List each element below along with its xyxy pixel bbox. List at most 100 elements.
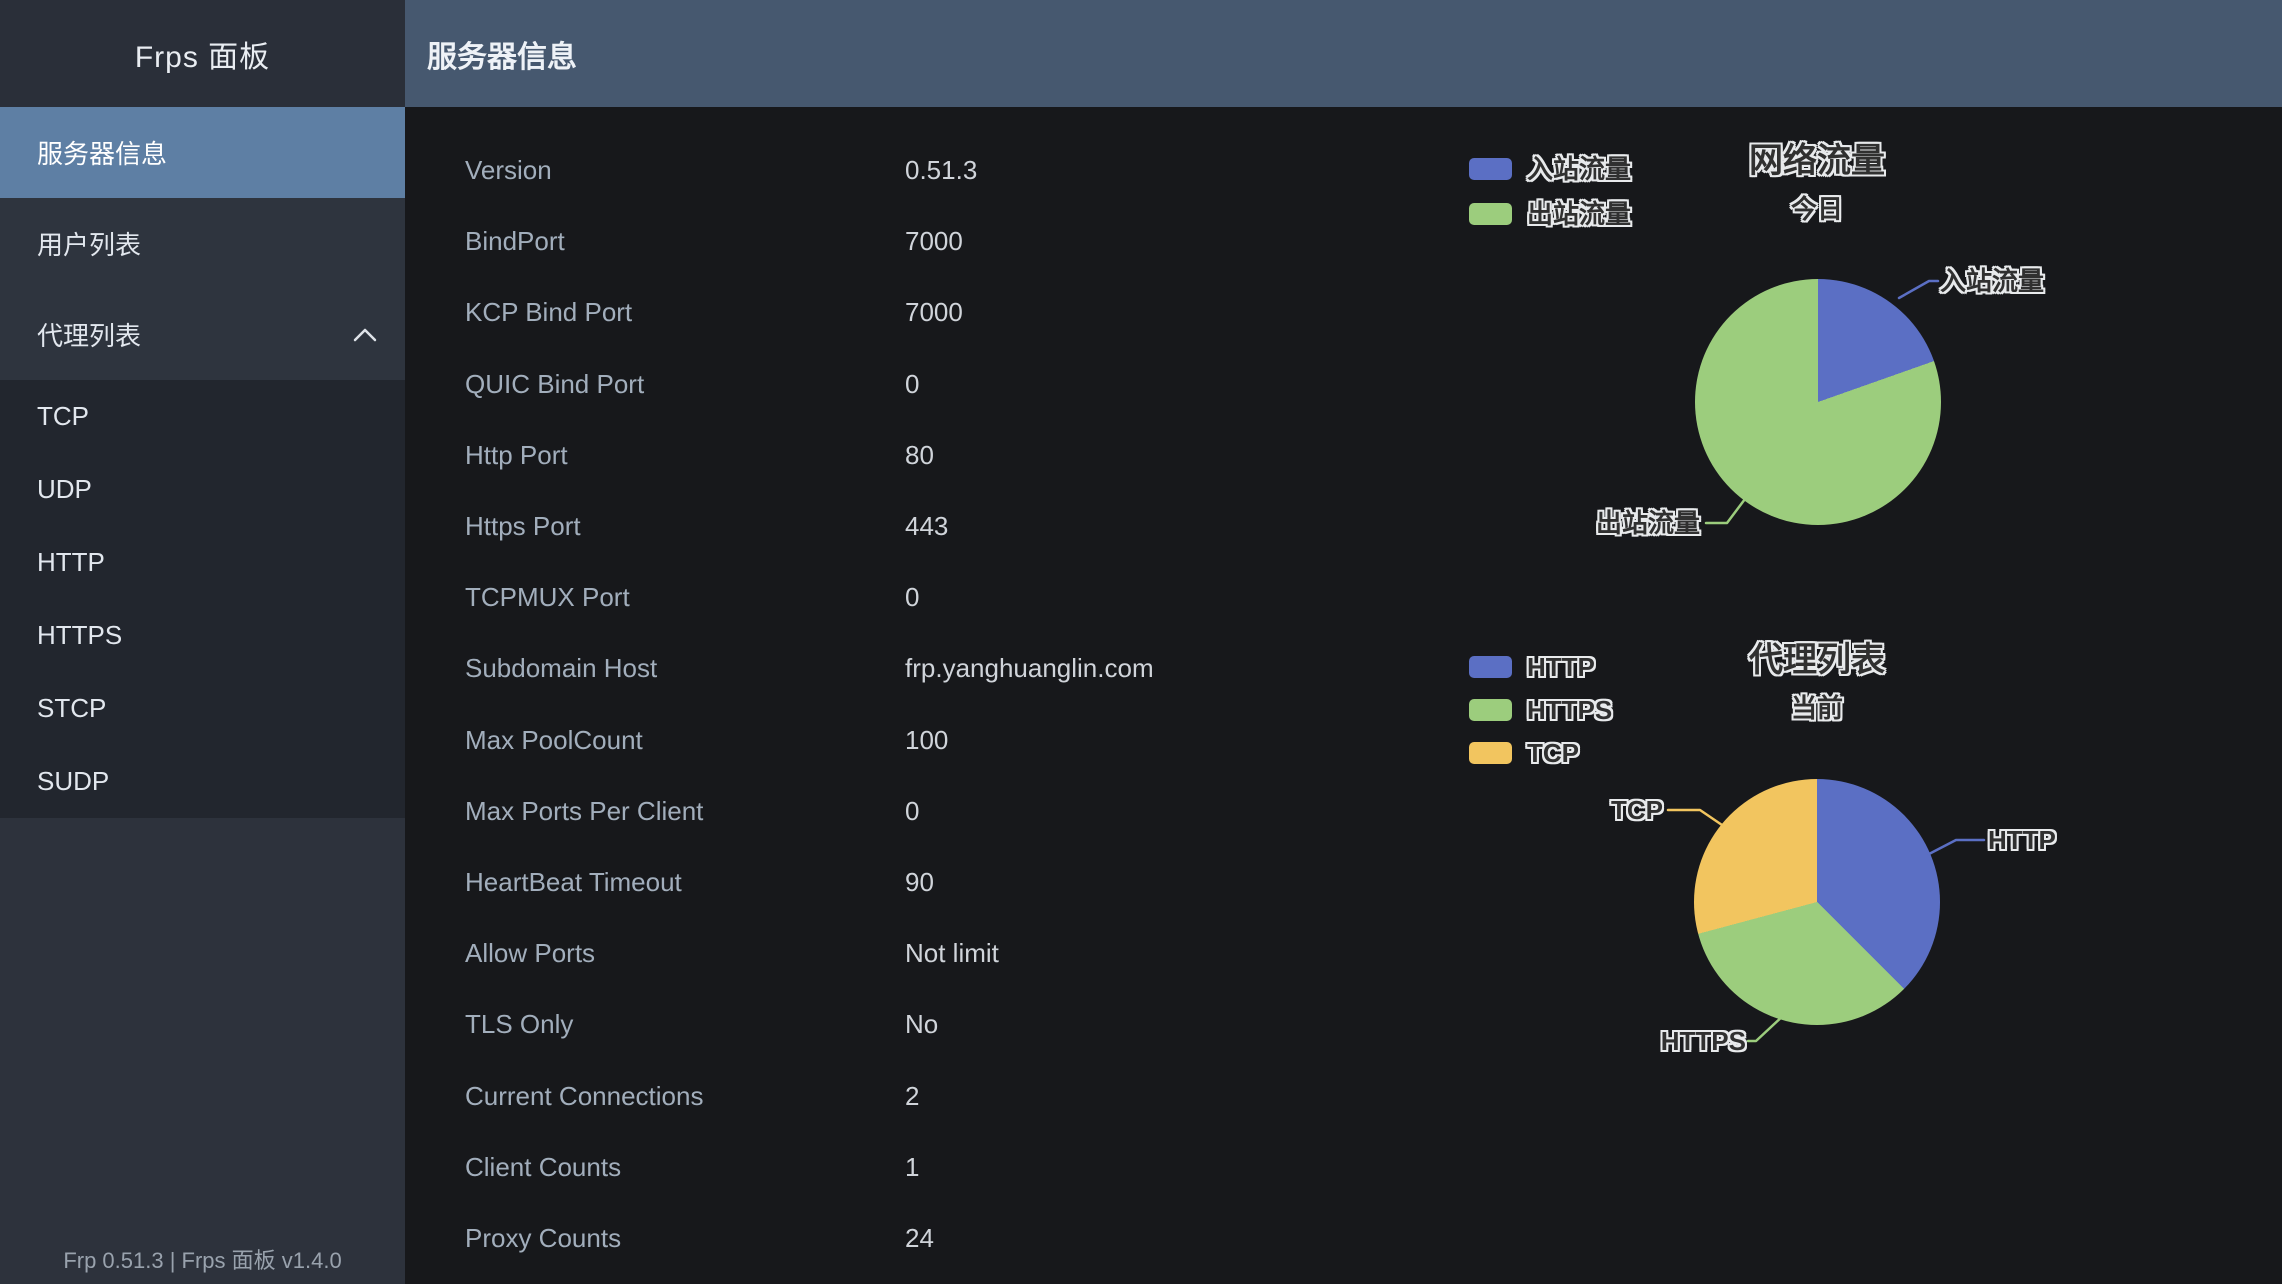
app-title: Frps 面板 [0,0,405,107]
info-label: Current Connections [465,1081,905,1112]
chart-subtitle: 当前 [1617,693,2017,723]
leader-line-http [1925,836,1989,860]
network-traffic-chart: 入站流量 出站流量 网络流量 今日 入站流量 出站流量 [1405,107,2282,577]
info-row: Https Port443 [405,491,1385,562]
leader-line-tcp [1664,806,1726,830]
info-value: No [905,1009,938,1040]
info-label: BindPort [465,226,905,257]
chevron-up-icon [353,328,377,342]
sidebar-item-label: 代理列表 [37,316,141,353]
info-label: Proxy Counts [465,1223,905,1254]
info-row: TCPMUX Port0 [405,562,1385,633]
sidebar-item-proxy-list[interactable]: 代理列表 [0,289,405,380]
pie-label-tcp: TCP [1611,796,1663,824]
network-traffic-pie[interactable] [1695,279,1941,525]
info-value: 0 [905,582,919,613]
legend-item-tcp[interactable]: TCP [1469,731,1612,774]
proxy-submenu: TCP UDP HTTP HTTPS STCP SUDP [0,380,405,818]
info-row: Version0.51.3 [405,135,1385,206]
info-row: Subdomain Hostfrp.yanghuanglin.com [405,633,1385,704]
sidebar-subitem-sudp[interactable]: SUDP [0,745,405,818]
info-label: Subdomain Host [465,653,905,684]
proxy-legend: HTTP HTTPS TCP [1469,645,1612,774]
info-row: Http Port80 [405,420,1385,491]
info-label: Https Port [465,511,905,542]
info-value: 24 [905,1223,934,1254]
info-label: QUIC Bind Port [465,369,905,400]
info-row: Max Ports Per Client0 [405,776,1385,847]
info-value: frp.yanghuanglin.com [905,653,1154,684]
info-label: Http Port [465,440,905,471]
legend-swatch-http [1469,656,1512,678]
sidebar-item-label: 用户列表 [37,225,141,262]
traffic-legend: 入站流量 出站流量 [1469,146,1631,236]
info-row: Client Counts1 [405,1132,1385,1203]
legend-swatch-outbound [1469,203,1512,225]
info-row: Max PoolCount100 [405,705,1385,776]
sidebar-subitem-udp[interactable]: UDP [0,453,405,526]
sidebar-subitem-http[interactable]: HTTP [0,526,405,599]
info-value: Not limit [905,938,999,969]
info-row: HeartBeat Timeout90 [405,847,1385,918]
legend-swatch-https [1469,699,1512,721]
page-header: 服务器信息 [405,0,2282,107]
pie-label-outbound: 出站流量 [1596,509,1700,537]
sidebar-menu: 服务器信息 用户列表 代理列表 TCP UDP HTTP HTTPS STCP … [0,107,405,818]
info-label: HeartBeat Timeout [465,867,905,898]
proxy-list-chart: HTTP HTTPS TCP 代理列表 当前 TCP HTTP HTTPS [1405,577,2282,1217]
info-label: Max PoolCount [465,725,905,756]
info-value: 7000 [905,226,963,257]
version-footer: Frp 0.51.3 | Frps 面板 v1.4.0 [0,1246,405,1276]
legend-item-http[interactable]: HTTP [1469,645,1612,688]
sidebar-item-server-info[interactable]: 服务器信息 [0,107,405,198]
info-label: Allow Ports [465,938,905,969]
info-row: BindPort7000 [405,206,1385,277]
info-value: 2 [905,1081,919,1112]
sidebar: Frps 面板 服务器信息 用户列表 代理列表 TCP UDP HTTP HTT… [0,0,405,1284]
info-label: Client Counts [465,1152,905,1183]
legend-swatch-inbound [1469,158,1512,180]
proxy-list-pie[interactable] [1694,779,1940,1025]
sidebar-item-user-list[interactable]: 用户列表 [0,198,405,289]
pie-label-inbound: 入站流量 [1940,267,2044,295]
leader-line-inbound [1895,275,1945,305]
info-label: TCPMUX Port [465,582,905,613]
info-row: Allow PortsNot limit [405,918,1385,989]
page-title: 服务器信息 [427,32,577,76]
leader-line-outbound [1702,491,1754,529]
info-value: 443 [905,511,948,542]
leader-line-https [1744,1010,1790,1048]
info-label: KCP Bind Port [465,297,905,328]
info-row: KCP Bind Port7000 [405,277,1385,348]
info-value: 1 [905,1152,919,1183]
sidebar-subitem-stcp[interactable]: STCP [0,672,405,745]
info-row: QUIC Bind Port0 [405,349,1385,420]
info-value: 0.51.3 [905,155,977,186]
sidebar-subitem-tcp[interactable]: TCP [0,380,405,453]
chart-title: 代理列表 [1617,640,2017,680]
info-value: 90 [905,867,934,898]
info-row: Current Connections2 [405,1060,1385,1131]
main-content: Version0.51.3 BindPort7000 KCP Bind Port… [405,107,2282,1284]
info-label: TLS Only [465,1009,905,1040]
info-row: Proxy Counts24 [405,1203,1385,1274]
sidebar-subitem-https[interactable]: HTTPS [0,599,405,672]
pie-label-http: HTTP [1988,826,2056,854]
pie-label-https: HTTPS [1661,1027,1746,1055]
sidebar-item-label: 服务器信息 [37,134,167,171]
legend-swatch-tcp [1469,742,1512,764]
info-value: 7000 [905,297,963,328]
info-label: Max Ports Per Client [465,796,905,827]
chart-subtitle: 今日 [1617,194,2017,224]
info-value: 100 [905,725,948,756]
info-value: 0 [905,796,919,827]
info-value: 80 [905,440,934,471]
info-value: 0 [905,369,919,400]
legend-item-inbound[interactable]: 入站流量 [1469,146,1631,191]
info-row: TLS OnlyNo [405,989,1385,1060]
server-info-list: Version0.51.3 BindPort7000 KCP Bind Port… [405,135,1385,1274]
legend-item-outbound[interactable]: 出站流量 [1469,191,1631,236]
legend-item-https[interactable]: HTTPS [1469,688,1612,731]
info-label: Version [465,155,905,186]
chart-title: 网络流量 [1617,141,2017,181]
